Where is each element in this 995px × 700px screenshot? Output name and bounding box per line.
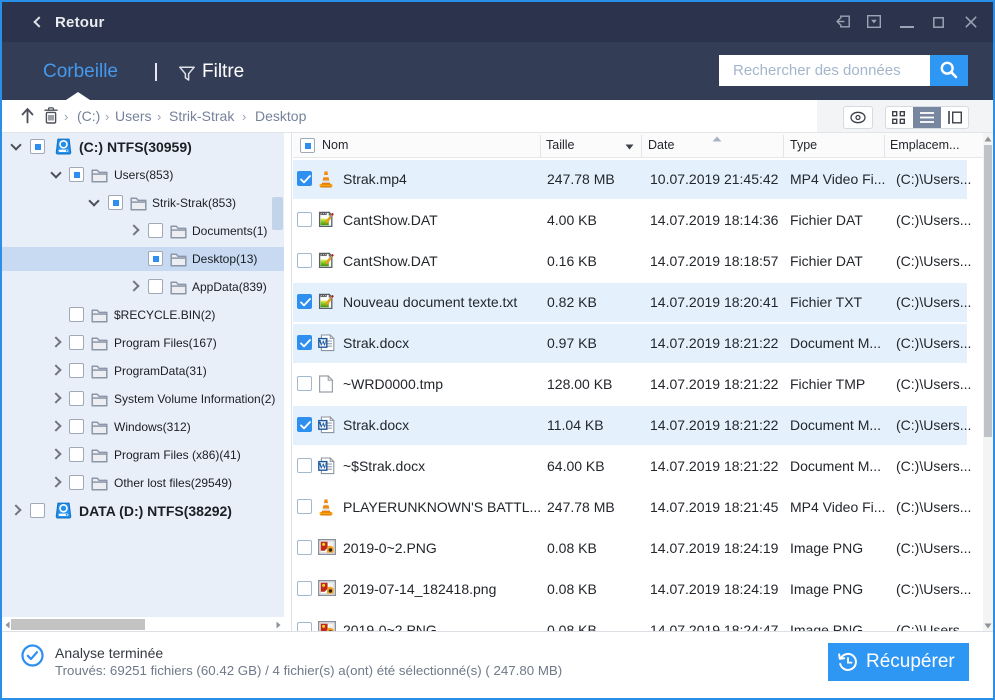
- svg-text:W: W: [319, 420, 328, 430]
- svg-text:W: W: [319, 338, 328, 348]
- svg-text:W: W: [319, 461, 328, 471]
